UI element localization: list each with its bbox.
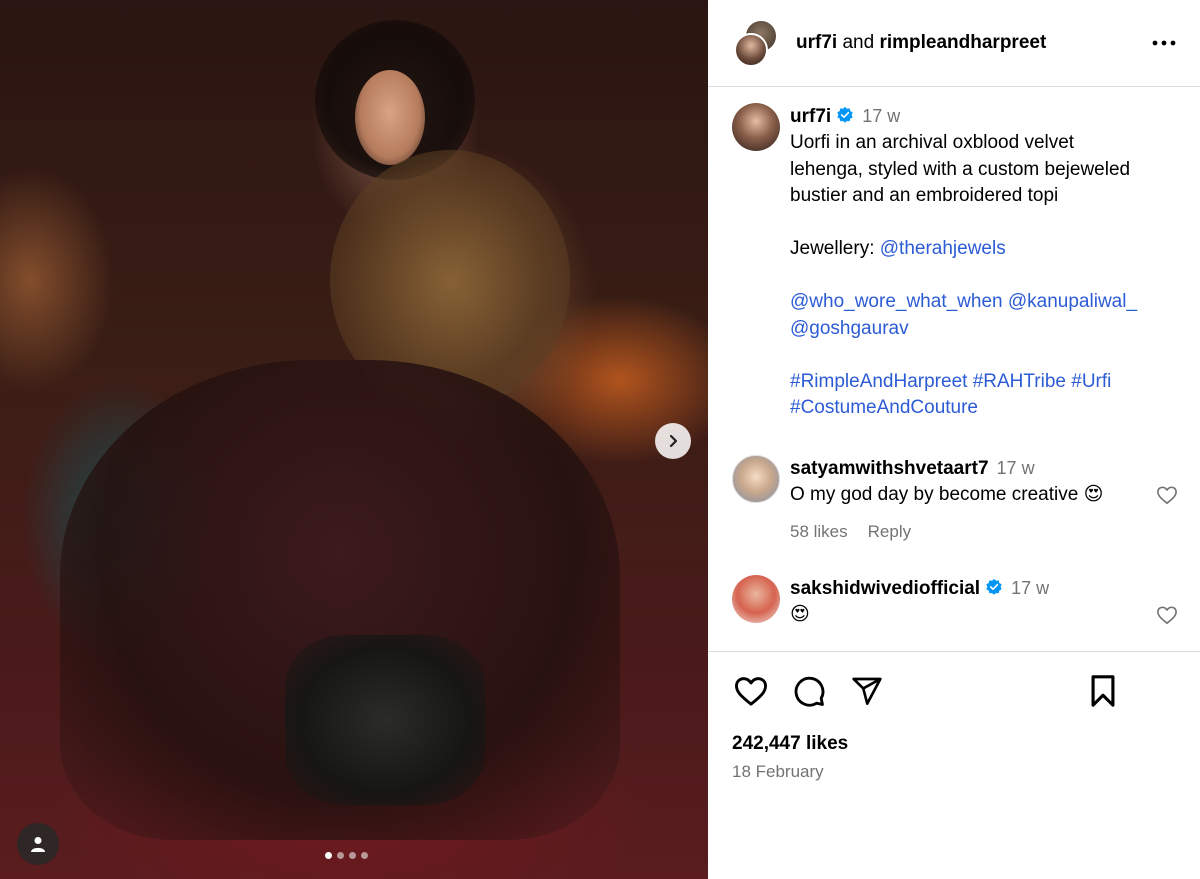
comment-time[interactable]: 17 w (1011, 578, 1049, 598)
carousel-dot (361, 852, 368, 859)
comment-username[interactable]: satyamwithshvetaart7 (790, 458, 989, 479)
comment-likes[interactable]: 58 likes (790, 522, 848, 541)
joiner-text: and (842, 32, 875, 53)
more-options-button[interactable] (1148, 33, 1180, 53)
post-header: urf7i and rimpleandharpreet (708, 0, 1200, 87)
heart-outline-icon[interactable] (1156, 485, 1178, 505)
post-sidebar: urf7i and rimpleandharpreet urf7i 17 w U… (708, 0, 1200, 879)
comment-item: sakshidwivediofficial 17 w 😍 (708, 574, 1200, 628)
mention-link[interactable]: @therahjewels (880, 238, 1006, 259)
caption-comment: urf7i 17 w Uorfi in an archival oxblood … (708, 88, 1200, 422)
mention-link[interactable]: @goshgaurav (790, 318, 909, 339)
chevron-right-icon (669, 434, 678, 448)
comment-time[interactable]: 17 w (997, 458, 1035, 478)
heart-outline-icon[interactable] (1156, 605, 1178, 625)
avatar[interactable] (732, 454, 780, 503)
comment-icon (794, 676, 825, 707)
heart-icon (734, 677, 767, 706)
post-actions: 242,447 likes 18 February (708, 651, 1200, 782)
verified-badge-icon (986, 578, 1002, 595)
hashtag-link[interactable]: #Urfi (1071, 371, 1111, 392)
username-link[interactable]: urf7i (796, 32, 837, 53)
tagged-users-button[interactable] (17, 823, 59, 865)
post-image[interactable] (0, 0, 708, 879)
comment-text: O my god day by become creative (790, 483, 1079, 505)
collab-usernames: urf7i and rimpleandharpreet (796, 32, 1148, 54)
comment-item: satyamwithshvetaart7 17 w O my god day by… (708, 454, 1200, 542)
like-button[interactable] (732, 672, 770, 710)
verified-badge-icon (837, 106, 853, 123)
comment-button[interactable] (790, 672, 828, 710)
hashtag-link[interactable]: #RimpleAndHarpreet (790, 371, 967, 392)
mention-link[interactable]: @who_wore_what_when (790, 291, 1003, 312)
heart-eyes-emoji: 😍 (1083, 483, 1104, 505)
avatar[interactable] (734, 33, 768, 67)
carousel-indicator (325, 852, 368, 859)
likes-count[interactable]: 242,447 likes (732, 733, 1176, 755)
carousel-next-button[interactable] (655, 423, 691, 459)
mention-link[interactable]: @kanupaliwal_ (1008, 291, 1137, 312)
heart-eyes-emoji: 😍 (790, 603, 810, 625)
more-horizontal-icon (1152, 40, 1176, 46)
image-subject-face (355, 70, 425, 165)
caption-username[interactable]: urf7i (790, 106, 831, 127)
hashtag-link[interactable]: #RAHTribe (973, 371, 1066, 392)
caption-description: Uorfi in an archival oxblood velvet lehe… (790, 132, 1131, 206)
carousel-dot (337, 852, 344, 859)
carousel-dot (325, 852, 332, 859)
caption-time[interactable]: 17 w (862, 106, 900, 126)
reply-button[interactable]: Reply (868, 522, 911, 541)
comments-list: urf7i 17 w Uorfi in an archival oxblood … (708, 88, 1200, 650)
bookmark-icon (1091, 675, 1115, 707)
post-date[interactable]: 18 February (732, 762, 1176, 782)
avatar[interactable] (732, 574, 780, 623)
username-link[interactable]: rimpleandharpreet (879, 32, 1046, 53)
user-icon (31, 837, 45, 852)
share-button[interactable] (848, 672, 886, 710)
hashtag-link[interactable]: #CostumeAndCouture (790, 397, 978, 418)
image-vase (285, 635, 485, 805)
send-icon (852, 677, 882, 705)
carousel-dot (349, 852, 356, 859)
save-button[interactable] (1084, 672, 1122, 710)
caption-text: Uorfi in an archival oxblood velvet lehe… (790, 130, 1146, 422)
comment-username[interactable]: sakshidwivediofficial (790, 578, 980, 599)
jewellery-label: Jewellery: (790, 238, 880, 259)
avatar[interactable] (732, 103, 780, 151)
collab-avatars[interactable] (732, 17, 780, 69)
